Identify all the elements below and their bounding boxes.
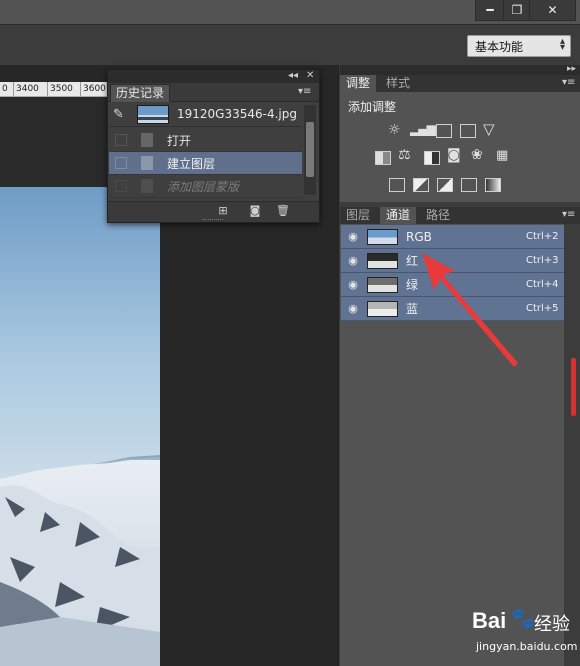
workspace-selected-label: 基本功能 — [475, 39, 524, 54]
channel-thumbnail — [367, 276, 398, 293]
history-scroll-thumb[interactable] — [306, 122, 314, 177]
close-icon: ✕ — [547, 3, 558, 17]
channel-mixer-icon[interactable]: ❀ — [471, 147, 483, 163]
document-icon — [141, 133, 153, 147]
trash-icon[interactable]: 🗑 — [276, 205, 290, 217]
eye-icon[interactable]: ◉ — [346, 278, 360, 291]
close-button[interactable]: ✕ — [529, 0, 576, 21]
tab-styles[interactable]: 样式 — [380, 75, 416, 92]
channel-name: RGB — [406, 229, 432, 244]
color-lookup-icon[interactable]: ▦ — [496, 148, 508, 163]
close-icon[interactable]: ✕ — [306, 70, 314, 81]
tab-layers[interactable]: 图层 — [340, 207, 376, 224]
posterize-icon[interactable] — [413, 178, 429, 192]
canvas-image[interactable] — [0, 187, 160, 666]
history-item-selected[interactable]: 建立图层 — [109, 152, 302, 175]
new-document-icon[interactable]: ⊞ — [216, 205, 230, 217]
chevron-updown-icon: ▴ ▾ — [559, 36, 565, 53]
ruler-tick: 3600 — [80, 82, 106, 96]
channel-thumbnail — [367, 300, 398, 317]
brush-icon: ✎ — [113, 106, 124, 122]
eye-icon[interactable]: ◉ — [346, 302, 360, 315]
camera-icon[interactable]: ◙ — [248, 205, 262, 217]
paw-icon: 🐾 — [510, 606, 535, 630]
panel-header: ◂◂ ✕ — [108, 70, 319, 83]
history-item[interactable]: 打开 — [109, 129, 302, 152]
ruler-tick: 3500 — [47, 82, 73, 96]
exposure-icon[interactable] — [460, 124, 476, 138]
history-panel: ◂◂ ✕ 历史记录 ▾≡ ✎ 19120G33546-4.jpg 打开 建立图层… — [107, 69, 320, 223]
ruler-tick: 0 — [2, 84, 8, 94]
collapse-icon[interactable]: ▸▸ — [567, 64, 576, 74]
adjustments-panel: 添加调整 ☼ ▂▄▆ ▽ ⚖ ◙ ❀ ▦ — [340, 92, 580, 202]
color-balance-icon[interactable]: ⚖ — [398, 147, 411, 163]
watermark: Bai 🐾 经验 jingyan.baidu.com — [470, 604, 580, 664]
snapshot-name: 19120G33546-4.jpg — [177, 107, 297, 121]
hue-saturation-icon[interactable] — [375, 151, 391, 165]
channel-shortcut: Ctrl+4 — [526, 279, 559, 290]
ruler-tick: 3400 — [13, 82, 39, 96]
minimize-button[interactable]: ━ — [475, 0, 505, 21]
adjustments-heading: 添加调整 — [348, 100, 397, 114]
restore-button[interactable]: ❐ — [503, 0, 531, 21]
panel-menu-icon[interactable]: ▾≡ — [298, 86, 311, 97]
channel-thumbnail — [367, 228, 398, 245]
collapse-icon[interactable]: ◂◂ — [288, 70, 298, 81]
channel-shortcut: Ctrl+2 — [526, 231, 559, 242]
annotation-arrow — [422, 253, 518, 367]
history-item-label: 添加图层蒙版 — [167, 179, 240, 194]
tab-history[interactable]: 历史记录 — [110, 84, 171, 102]
channel-shortcut: Ctrl+5 — [526, 303, 559, 314]
watermark-brand: Bai — [472, 608, 507, 633]
invert-icon[interactable] — [389, 178, 405, 192]
history-snapshot[interactable]: ✎ 19120G33546-4.jpg — [109, 102, 302, 127]
restore-icon: ❐ — [511, 3, 523, 17]
watermark-url: jingyan.baidu.com — [476, 640, 578, 653]
document-icon — [141, 156, 153, 170]
photo-filter-icon[interactable]: ◙ — [447, 147, 461, 163]
history-item-label: 打开 — [167, 133, 192, 148]
workspace-select[interactable]: 基本功能 ▴ ▾ — [467, 35, 571, 57]
resize-grip[interactable] — [203, 219, 223, 222]
snapshot-thumbnail — [137, 104, 169, 124]
checkbox[interactable] — [115, 134, 127, 146]
channel-shortcut: Ctrl+3 — [526, 255, 559, 266]
vibrance-icon[interactable]: ▽ — [483, 120, 495, 138]
tab-paths[interactable]: 路径 — [420, 207, 456, 224]
checkbox[interactable] — [115, 180, 127, 192]
checkbox[interactable] — [115, 157, 127, 169]
curves-icon[interactable] — [436, 124, 452, 138]
adjustments-header: ▸▸ — [340, 64, 580, 75]
eye-icon[interactable]: ◉ — [346, 254, 360, 267]
tab-adjustments[interactable]: 调整 — [340, 75, 377, 92]
channels-scroll-thumb[interactable] — [571, 358, 576, 416]
history-item-label: 建立图层 — [167, 156, 216, 171]
watermark-brand-cn: 经验 — [534, 614, 570, 635]
levels-icon[interactable]: ▂▄▆ — [410, 122, 436, 136]
history-item[interactable]: 添加图层蒙版 — [109, 175, 302, 198]
panel-menu-icon[interactable]: ▾≡ — [562, 209, 575, 220]
panel-menu-icon[interactable]: ▾≡ — [562, 77, 575, 88]
minimize-icon: ━ — [486, 3, 494, 17]
eye-icon[interactable]: ◉ — [346, 230, 360, 243]
channels-scrollbar[interactable] — [565, 224, 580, 666]
channel-thumbnail — [367, 252, 398, 269]
brightness-icon[interactable]: ☼ — [388, 122, 401, 138]
selective-color-icon[interactable] — [461, 178, 477, 192]
tab-channels[interactable]: 通道 — [380, 207, 417, 224]
black-white-icon[interactable] — [424, 151, 440, 165]
document-icon — [141, 179, 153, 193]
threshold-icon[interactable] — [437, 178, 453, 192]
gradient-map-icon[interactable] — [485, 178, 501, 192]
